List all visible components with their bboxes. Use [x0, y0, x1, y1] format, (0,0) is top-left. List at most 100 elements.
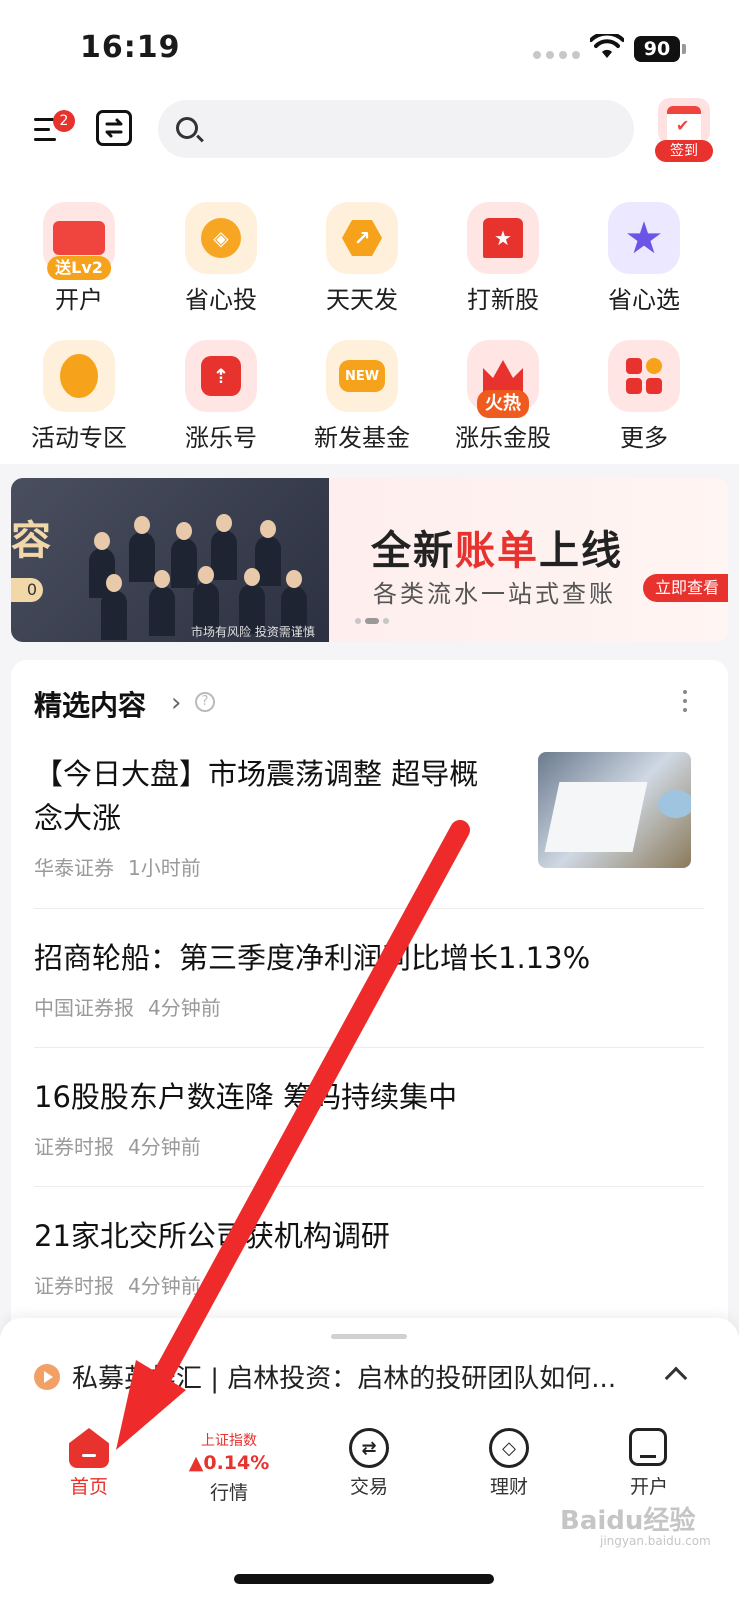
tab-wealth[interactable]: ◇ 理财: [444, 1416, 574, 1499]
tab-label: 开户: [629, 1476, 668, 1498]
grid-item-activities[interactable]: 活动专区: [14, 340, 144, 453]
star-check-icon: ★: [608, 202, 680, 274]
more-options-icon[interactable]: [683, 690, 689, 714]
open-account-icon: [629, 1428, 667, 1466]
play-icon[interactable]: [34, 1364, 60, 1390]
grid-item-new-fund[interactable]: NEW 新发基金: [297, 340, 427, 453]
news-title: 16股股东户数连降 筹码持续集中: [34, 1080, 458, 1114]
tab-home[interactable]: 首页: [24, 1416, 154, 1499]
grid-item-label: 开户: [55, 286, 103, 314]
tab-label: 首页: [69, 1476, 108, 1498]
trend-hexagon-icon: ↗: [326, 202, 398, 274]
grid-item-label: 更多: [620, 424, 668, 452]
news-thumbnail[interactable]: [538, 752, 691, 868]
news-item[interactable]: 21家北交所公司获机构调研 证券时报 4分钟前: [34, 1214, 704, 1299]
signal-icon: [533, 51, 580, 59]
risk-note: 市场有风险 投资需谨慎: [191, 625, 315, 639]
grid-badge: 火热: [477, 390, 529, 418]
divider: [34, 908, 704, 909]
grid-item-label: 天天发: [326, 286, 398, 314]
grid-item-more[interactable]: 更多: [579, 340, 709, 453]
grid-badge: 送Lv2: [47, 256, 111, 280]
calendar-icon: [658, 98, 710, 144]
account-card-icon: 送Lv2: [43, 202, 115, 280]
grid-item-label: 涨乐号: [185, 424, 257, 452]
ticker-text: 私募英雄汇 | 启林投资：启林的投研团队如何...: [72, 1364, 617, 1394]
news-title: 招商轮船：第三季度净利润同比增长1.13%: [34, 941, 591, 975]
watermark-url: jingyan.baidu.com: [600, 1534, 711, 1548]
grid-item-open-account[interactable]: 送Lv2 开户: [14, 202, 144, 315]
audio-ticker[interactable]: 私募英雄汇 | 启林投资：启林的投研团队如何...: [34, 1356, 714, 1396]
new-fund-icon: NEW: [326, 340, 398, 412]
banner-subtitle: 各类流水一站式查账: [373, 580, 616, 608]
promo-banner[interactable]: 容 0 市场有风险 投资需谨慎 全新账单上线 各类流水一站式查账 立即查看: [11, 478, 728, 642]
home-indicator: [234, 1574, 494, 1584]
grid-item-tiantianfa[interactable]: ↗ 天天发: [297, 202, 427, 315]
app-header: 签到: [0, 92, 739, 174]
watermark: Baidu经验: [560, 1506, 696, 1536]
index-value: ▲0.14%: [188, 1452, 270, 1474]
trade-icon: ⇄: [349, 1428, 389, 1468]
menu-badge: 2: [53, 110, 75, 132]
banner-cta-button[interactable]: 立即查看: [643, 574, 728, 602]
tab-label: 理财: [489, 1476, 528, 1498]
news-meta: 证券时报 4分钟前: [34, 1135, 201, 1159]
status-bar: 16:19 90: [0, 0, 739, 92]
shortcut-grid: 送Lv2 开户 ◈ 省心投 ↗ 天天发 ★ 打新股 ★ 省心选 活动专区 ⇡ 涨…: [0, 174, 739, 464]
news-meta: 华泰证券 1小时前: [34, 856, 201, 880]
help-icon[interactable]: ?: [195, 692, 215, 712]
news-item[interactable]: 招商轮船：第三季度净利润同比增长1.13% 中国证券报 4分钟前: [34, 936, 704, 1021]
grid-item-shengxinxuan[interactable]: ★ 省心选: [579, 202, 709, 315]
wifi-icon: [590, 34, 624, 58]
checkin-label: 签到: [655, 140, 713, 162]
balloon-icon: [43, 340, 115, 412]
news-title: 【今日大盘】市场震荡调整 超导概念大涨: [34, 757, 479, 835]
home-icon: [69, 1428, 109, 1468]
news-title: 21家北交所公司获机构调研: [34, 1219, 390, 1253]
grid-item-ipo[interactable]: ★ 打新股: [438, 202, 568, 315]
divider: [34, 1186, 704, 1187]
news-item[interactable]: 【今日大盘】市场震荡调整 超导概念大涨 华泰证券 1小时前: [34, 752, 504, 881]
search-icon: [176, 117, 198, 139]
swap-icon[interactable]: [96, 110, 132, 146]
tab-label: 交易: [349, 1476, 388, 1498]
wealth-icon: ◇: [489, 1428, 529, 1468]
section-title[interactable]: 精选内容: [34, 684, 146, 724]
banner-title: 全新账单上线: [371, 528, 623, 574]
grid-item-shengxintou[interactable]: ◈ 省心投: [156, 202, 286, 315]
index-name: 上证指数: [201, 1433, 257, 1449]
grid-item-label: 打新股: [467, 286, 539, 314]
grid-item-label: 省心选: [608, 286, 680, 314]
chevron-up-icon[interactable]: [664, 1366, 688, 1390]
battery-indicator: 90: [634, 36, 686, 62]
new-tag: NEW: [339, 360, 385, 392]
grid-item-golden-stocks[interactable]: 火热 涨乐金股: [438, 340, 568, 453]
tab-market[interactable]: 上证指数 ▲0.14% 行情: [164, 1416, 294, 1505]
grid-item-label: 新发基金: [314, 424, 410, 452]
sheet-grabber[interactable]: [331, 1334, 407, 1339]
banner-left-text: 容: [11, 518, 51, 564]
news-meta: 中国证券报 4分钟前: [34, 996, 221, 1020]
tab-trade[interactable]: ⇄ 交易: [304, 1416, 434, 1499]
grid-item-label: 涨乐金股: [455, 424, 551, 452]
grid-item-label: 省心投: [185, 286, 257, 314]
crown-icon: 火热: [467, 340, 539, 418]
search-bar[interactable]: [158, 100, 634, 158]
grid-item-zhanglehao[interactable]: ⇡ 涨乐号: [156, 340, 286, 453]
arrow-up-box-icon: ⇡: [185, 340, 257, 412]
coins-icon: ◈: [185, 202, 257, 274]
checkin-button[interactable]: 签到: [655, 96, 713, 162]
grid-more-icon: [608, 340, 680, 412]
tab-label: 行情: [209, 1482, 248, 1504]
tab-open-account[interactable]: 开户: [584, 1416, 714, 1499]
clock: 16:19: [80, 30, 181, 65]
chevron-right-icon[interactable]: ›: [171, 688, 181, 718]
divider: [34, 1047, 704, 1048]
news-meta: 证券时报 4分钟前: [34, 1274, 201, 1298]
carousel-dots: [355, 618, 389, 624]
banner-photo: 容 0 市场有风险 投资需谨慎: [11, 478, 329, 642]
news-item[interactable]: 16股股东户数连降 筹码持续集中 证券时报 4分钟前: [34, 1075, 704, 1160]
banner-left-pill: 0: [11, 578, 43, 602]
star-ribbon-icon: ★: [467, 202, 539, 274]
grid-item-label: 活动专区: [31, 424, 127, 452]
